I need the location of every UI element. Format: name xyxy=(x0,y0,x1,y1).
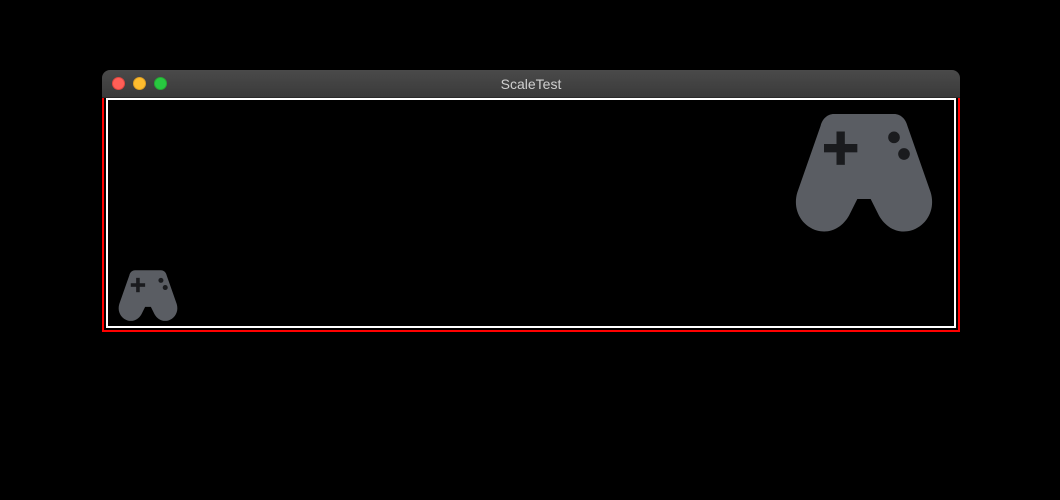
close-button[interactable] xyxy=(112,77,125,90)
gamecontroller-icon-large xyxy=(780,104,948,234)
gamecontroller-icon-small xyxy=(112,266,184,322)
window-title: ScaleTest xyxy=(102,76,960,92)
traffic-lights xyxy=(102,77,167,90)
gamecontroller-icon xyxy=(112,266,184,322)
gamecontroller-icon xyxy=(780,104,948,234)
window-content xyxy=(102,98,960,332)
zoom-button[interactable] xyxy=(154,77,167,90)
minimize-button[interactable] xyxy=(133,77,146,90)
titlebar[interactable]: ScaleTest xyxy=(102,70,960,98)
app-window: ScaleTest xyxy=(102,70,960,332)
